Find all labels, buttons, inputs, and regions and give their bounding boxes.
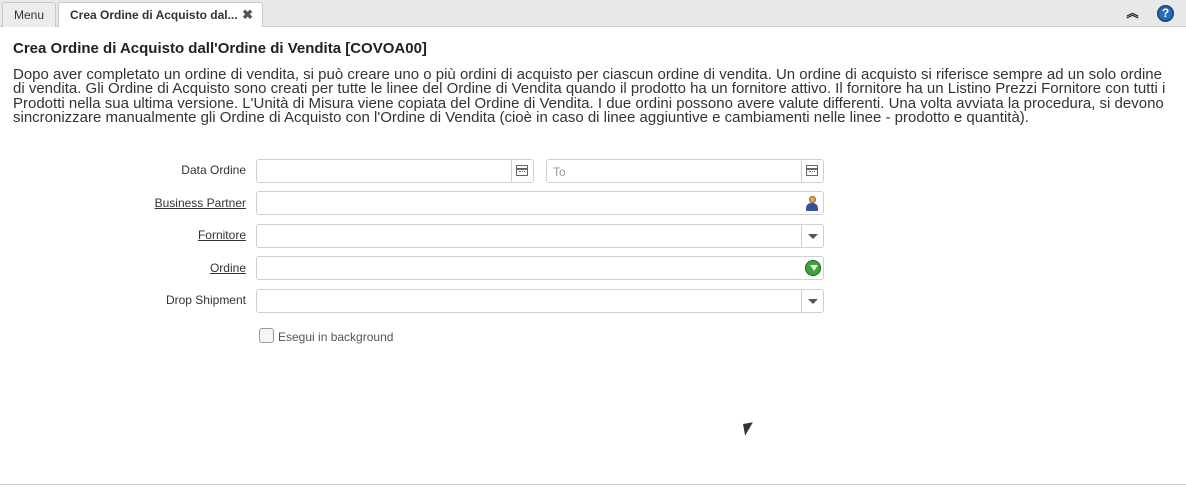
help-icon[interactable]: ? [1157, 5, 1174, 22]
vendor-select[interactable] [256, 224, 824, 248]
collapse-icon[interactable]: ︽ [1124, 5, 1141, 22]
calendar-icon [806, 165, 818, 176]
date-order-from-calendar-button[interactable] [511, 160, 533, 182]
drop-shipment-select[interactable] [256, 289, 824, 313]
vendor-label[interactable]: Fornitore [100, 228, 246, 242]
close-icon[interactable]: ✖ [242, 3, 253, 27]
footer-divider [0, 484, 1186, 485]
date-order-label: Data Ordine [181, 163, 246, 177]
process-description: Dopo aver completato un ordine di vendit… [13, 66, 1166, 126]
page-title: Crea Ordine di Acquisto dall'Ordine di V… [13, 40, 427, 57]
zoom-icon[interactable] [805, 260, 821, 276]
date-order-to-input[interactable]: To [546, 159, 824, 183]
tab-menu[interactable]: Menu [2, 2, 56, 27]
run-in-background-checkbox[interactable] [259, 328, 274, 343]
chevron-down-icon [808, 299, 818, 304]
mouse-cursor [743, 422, 755, 436]
vendor-dropdown-button[interactable] [801, 225, 823, 247]
business-partner-label[interactable]: Business Partner [100, 196, 246, 210]
date-order-to-calendar-button[interactable] [801, 160, 823, 182]
drop-shipment-label: Drop Shipment [165, 293, 246, 307]
date-order-from-input[interactable] [256, 159, 534, 183]
business-partner-input[interactable] [256, 191, 824, 215]
calendar-icon [516, 165, 528, 176]
chevron-down-icon [808, 234, 818, 239]
business-partner-search-icon[interactable] [805, 196, 819, 211]
tab-create-purchase-order[interactable]: Crea Ordine di Acquisto dal... ✖ [58, 2, 263, 27]
date-order-to-placeholder: To [553, 165, 566, 179]
tab-bar: Menu Crea Ordine di Acquisto dal... ✖ ︽ … [0, 0, 1186, 27]
tab-label: Crea Ordine di Acquisto dal... [70, 8, 238, 22]
run-in-background-label[interactable]: Esegui in background [278, 330, 393, 344]
order-label[interactable]: Ordine [100, 261, 246, 275]
drop-shipment-dropdown-button[interactable] [801, 290, 823, 312]
order-input[interactable] [256, 256, 824, 280]
